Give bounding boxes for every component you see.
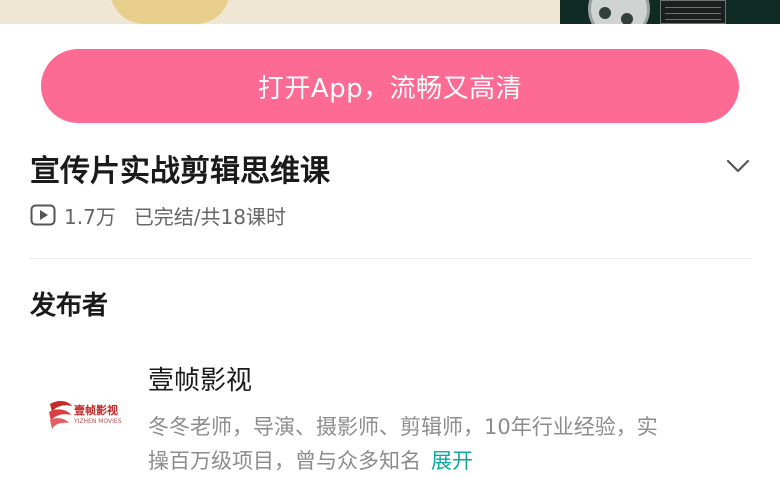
logo-subtext: YIZHEN MOVIES <box>74 418 122 425</box>
course-title: 宣传片实战剪辑思维课 <box>30 154 330 189</box>
course-meta: 1.7万 已完结/共18课时 <box>30 200 286 230</box>
hero-banner-image <box>0 0 780 24</box>
bio-line: 操百万级项目，曾与众多知名 展开 <box>148 444 748 478</box>
logo-text: 壹帧影视 <box>74 404 118 417</box>
divider <box>30 258 752 259</box>
expand-bio-link[interactable]: 展开 <box>431 449 473 473</box>
chevron-down-icon[interactable] <box>724 156 752 176</box>
play-count: 1.7万 <box>64 204 116 229</box>
clapperboard-icon <box>660 0 726 24</box>
logo-mark-icon <box>49 400 72 429</box>
bio-line-text: 操百万级项目，曾与众多知名 <box>148 449 421 473</box>
publisher-bio: 冬冬老师，导演、摄影师、剪辑师，10年行业经验，实 操百万级项目，曾与众多知名展… <box>148 410 748 478</box>
course-status: 已完结/共18课时 <box>133 204 286 229</box>
bio-line: 冬冬老师，导演、摄影师、剪辑师，10年行业经验，实 <box>148 415 658 439</box>
publisher-logo[interactable]: 壹帧影视 YIZHEN MOVIES <box>46 396 122 432</box>
hero-illustration <box>0 0 560 24</box>
film-reel-icon <box>588 0 650 24</box>
play-icon <box>30 204 56 226</box>
publisher-section-title: 发布者 <box>30 291 109 321</box>
open-app-button[interactable]: 打开App，流畅又高清 <box>41 49 739 123</box>
publisher-name[interactable]: 壹帧影视 <box>148 360 252 397</box>
